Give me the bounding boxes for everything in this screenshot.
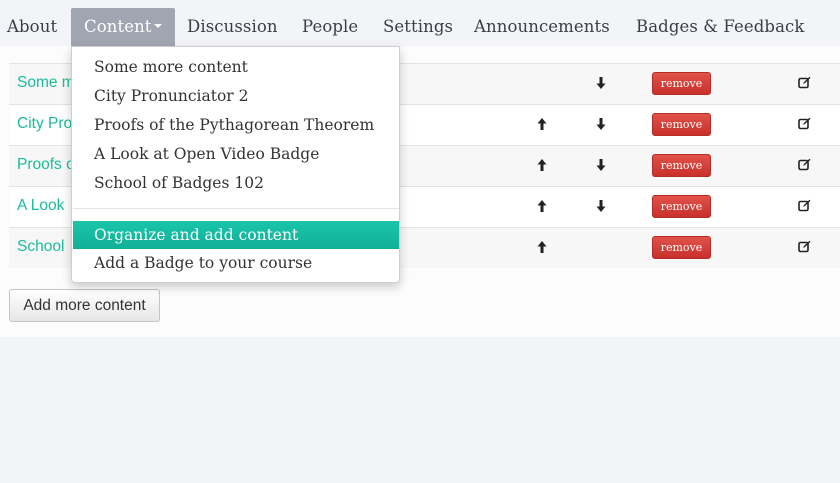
tab-settings[interactable]: Settings — [383, 8, 453, 46]
menu-divider — [73, 208, 399, 209]
edit-icon[interactable] — [798, 76, 811, 89]
menu-item-content[interactable]: Some more content — [73, 53, 399, 82]
arrow-down-icon[interactable] — [595, 199, 607, 213]
remove-button[interactable]: remove — [652, 154, 711, 177]
arrow-up-icon[interactable] — [536, 117, 548, 131]
arrow-down-icon[interactable] — [595, 76, 607, 90]
remove-button[interactable]: remove — [652, 236, 711, 259]
arrow-down-icon[interactable] — [595, 117, 607, 131]
tab-content[interactable]: Content — [71, 8, 175, 46]
tab-content-label: Content — [84, 17, 152, 36]
tab-people[interactable]: People — [302, 8, 358, 46]
menu-item-content[interactable]: School of Badges 102 — [73, 169, 399, 198]
add-more-content-button[interactable]: Add more content — [9, 289, 160, 322]
edit-icon[interactable] — [798, 117, 811, 130]
tab-discussion[interactable]: Discussion — [187, 8, 278, 46]
content-title-link[interactable]: City Pro — [17, 105, 72, 145]
caret-down-icon — [153, 23, 162, 28]
tab-about[interactable]: About — [7, 8, 57, 46]
edit-icon[interactable] — [798, 199, 811, 212]
menu-item-content[interactable]: Proofs of the Pythagorean Theorem — [73, 111, 399, 140]
content-title-link[interactable]: A Look — [17, 187, 64, 227]
content-title-link[interactable]: Proofs o — [17, 146, 75, 186]
arrow-up-icon[interactable] — [536, 158, 548, 172]
edit-icon[interactable] — [798, 240, 811, 253]
arrow-down-icon[interactable] — [595, 158, 607, 172]
remove-button[interactable]: remove — [652, 195, 711, 218]
content-title-link[interactable]: School — [17, 228, 64, 268]
menu-item-content[interactable]: A Look at Open Video Badge — [73, 140, 399, 169]
edit-icon[interactable] — [798, 158, 811, 171]
content-dropdown-menu: Some more content City Pronunciator 2 Pr… — [71, 46, 400, 283]
arrow-up-icon[interactable] — [536, 199, 548, 213]
tab-announcements[interactable]: Announcements — [474, 8, 610, 46]
tab-badges-feedback[interactable]: Badges & Feedback — [636, 8, 804, 46]
menu-item-organize-content[interactable]: Organize and add content — [73, 221, 399, 249]
menu-item-add-badge[interactable]: Add a Badge to your course — [73, 249, 399, 278]
content-title-link[interactable]: Some m — [17, 64, 75, 104]
top-navigation: About Content Discussion People Settings… — [0, 0, 840, 46]
arrow-up-icon[interactable] — [536, 240, 548, 254]
remove-button[interactable]: remove — [652, 113, 711, 136]
remove-button[interactable]: remove — [652, 72, 711, 95]
menu-item-content[interactable]: City Pronunciator 2 — [73, 82, 399, 111]
